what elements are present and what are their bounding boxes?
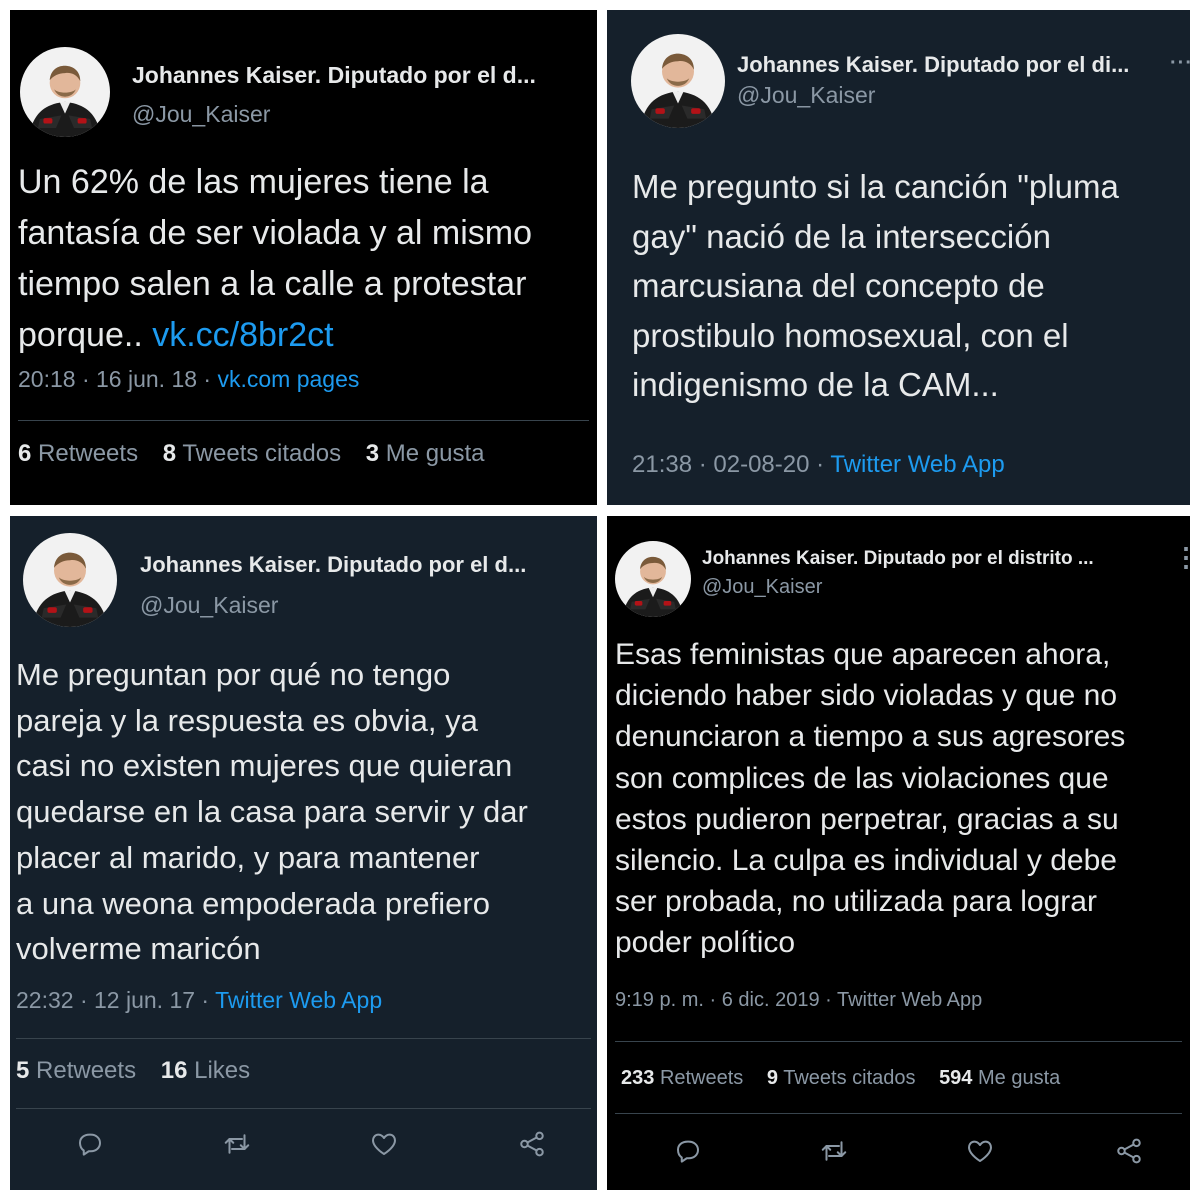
tweet-text-line: fantasía de ser violada y al mismo: [18, 214, 533, 252]
avatar[interactable]: [20, 47, 110, 137]
tweet-text-line: volverme maricón: [16, 931, 261, 967]
divider: [16, 1108, 591, 1109]
more-options-icon[interactable]: ⋮: [1173, 542, 1190, 573]
retweet-icon[interactable]: [819, 1136, 849, 1166]
tweet-card-2: Johannes Kaiser. Diputado por el di... ·…: [607, 10, 1190, 505]
tweet-text-line: estos pudieron perpetrar, gracias a su: [615, 802, 1119, 836]
tweet-card-1: Johannes Kaiser. Diputado por el d... @J…: [10, 10, 597, 505]
author-name[interactable]: Johannes Kaiser. Diputado por el d...: [132, 62, 594, 89]
tweet-text-line: porque..: [18, 316, 153, 354]
tweet-timestamp: 20:18 · 16 jun. 18 ·: [18, 366, 218, 392]
author-handle[interactable]: @Jou_Kaiser: [702, 576, 822, 599]
tweet-text-line: Esas feministas que aparecen ahora,: [615, 638, 1111, 671]
like-icon[interactable]: [369, 1129, 399, 1159]
avatar[interactable]: [23, 533, 117, 627]
quotes-stat[interactable]: 8 Tweets citados: [163, 440, 341, 467]
tweet-text-line: silencio. La culpa es individual y debe: [615, 844, 1117, 878]
divider: [16, 1038, 591, 1039]
tweet-text-line: Me pregunto si la canción "pluma: [632, 168, 1119, 205]
author-handle[interactable]: @Jou_Kaiser: [140, 592, 278, 619]
tweet-text-line: pareja y la respuesta es obvia, ya: [16, 702, 478, 738]
tweet-text-line: gay" nació de la intersección: [632, 217, 1051, 255]
reply-icon[interactable]: [75, 1129, 105, 1159]
tweet-stats: 233 Retweets 9 Tweets citados 594 Me gus…: [621, 1067, 1078, 1090]
tweet-stats: 6 Retweets 8 Tweets citados 3 Me gusta: [18, 440, 503, 468]
retweets-stat[interactable]: 233 Retweets: [621, 1067, 743, 1089]
share-icon[interactable]: [517, 1129, 547, 1159]
tweet-text-line: tiempo salen a la calle a protestar: [18, 265, 527, 303]
more-options-icon[interactable]: ···: [1170, 52, 1190, 75]
author-handle[interactable]: @Jou_Kaiser: [132, 101, 270, 128]
retweets-stat[interactable]: 6 Retweets: [18, 440, 138, 467]
tweet-timestamp: 21:38 · 02-08-20 ·: [632, 451, 831, 478]
avatar[interactable]: [615, 541, 691, 617]
tweet-timestamp: 9:19 p. m. · 6 dic. 2019 ·: [615, 989, 837, 1011]
share-icon[interactable]: [1114, 1136, 1144, 1166]
tweet-text-line: quedarse en la casa para servir y dar: [16, 794, 528, 830]
tweet-meta: 20:18 · 16 jun. 18 · vk.com pages: [18, 366, 359, 393]
tweet-link[interactable]: vk.cc/8br2ct: [152, 316, 333, 354]
avatar[interactable]: [631, 34, 725, 128]
tweet-meta: 9:19 p. m. · 6 dic. 2019 · Twitter Web A…: [615, 989, 982, 1012]
tweet-card-4: Johannes Kaiser. Diputado por el distrit…: [607, 516, 1190, 1190]
tweet-text-line: placer al marido, y para mantener: [16, 839, 480, 875]
tweet-text-line: indigenismo de la CAM...: [632, 366, 999, 403]
divider: [615, 1113, 1182, 1114]
reply-icon[interactable]: [673, 1136, 703, 1166]
retweets-stat[interactable]: 5 Retweets: [16, 1057, 136, 1084]
tweet-text-line: son complices de las violaciones que: [615, 761, 1109, 795]
tweet-text: Esas feministas que aparecen ahora, dici…: [615, 634, 1125, 964]
tweet-source[interactable]: Twitter Web App: [837, 989, 982, 1011]
tweet-text: Un 62% de las mujeres tiene la fantasía …: [18, 157, 532, 361]
tweet-meta: 21:38 · 02-08-20 · Twitter Web App: [632, 451, 1005, 479]
tweet-text-line: denunciaron a tiempo a sus agresores: [615, 720, 1126, 754]
tweet-source[interactable]: Twitter Web App: [830, 451, 1004, 478]
divider: [615, 1041, 1182, 1042]
tweet-text: Me pregunto si la canción "pluma gay" na…: [632, 162, 1119, 410]
tweet-source[interactable]: vk.com pages: [217, 366, 359, 392]
tweet-text-line: a una weona empoderada prefiero: [16, 885, 490, 921]
tweet-text-line: marcusiana del concepto de: [632, 267, 1045, 304]
tweet-text-line: ser probada, no utilizada para lograr: [615, 885, 1097, 919]
tweet-text-line: poder político: [615, 926, 796, 960]
tweet-text-line: prostibulo homosexual, con el: [632, 316, 1069, 354]
likes-stat[interactable]: 594 Me gusta: [939, 1067, 1060, 1089]
like-icon[interactable]: [965, 1136, 995, 1166]
author-name[interactable]: Johannes Kaiser. Diputado por el d...: [140, 552, 560, 578]
retweet-icon[interactable]: [222, 1129, 252, 1159]
tweet-timestamp: 22:32 · 12 jun. 17 ·: [16, 987, 216, 1013]
likes-stat[interactable]: 16 Likes: [161, 1057, 250, 1084]
tweet-stats: 5 Retweets 16 Likes: [16, 1057, 268, 1085]
author-name[interactable]: Johannes Kaiser. Diputado por el di...: [737, 52, 1177, 78]
tweet-text-line: diciendo haber sido violadas y que no: [615, 679, 1118, 713]
author-name[interactable]: Johannes Kaiser. Diputado por el distrit…: [702, 548, 1147, 570]
likes-stat[interactable]: 3 Me gusta: [366, 440, 485, 467]
tweet-text-line: Me preguntan por qué no tengo: [16, 657, 451, 692]
tweet-card-3: Johannes Kaiser. Diputado por el d... @J…: [10, 516, 597, 1190]
tweet-source[interactable]: Twitter Web App: [215, 987, 382, 1013]
quotes-stat[interactable]: 9 Tweets citados: [767, 1067, 916, 1089]
divider: [18, 420, 589, 421]
tweet-meta: 22:32 · 12 jun. 17 · Twitter Web App: [16, 987, 382, 1014]
author-handle[interactable]: @Jou_Kaiser: [737, 82, 875, 109]
tweet-text-line: Un 62% de las mujeres tiene la: [18, 163, 489, 201]
tweet-text-line: casi no existen mujeres que quieran: [16, 748, 513, 784]
tweet-text: Me preguntan por qué no tengo pareja y l…: [16, 652, 528, 972]
